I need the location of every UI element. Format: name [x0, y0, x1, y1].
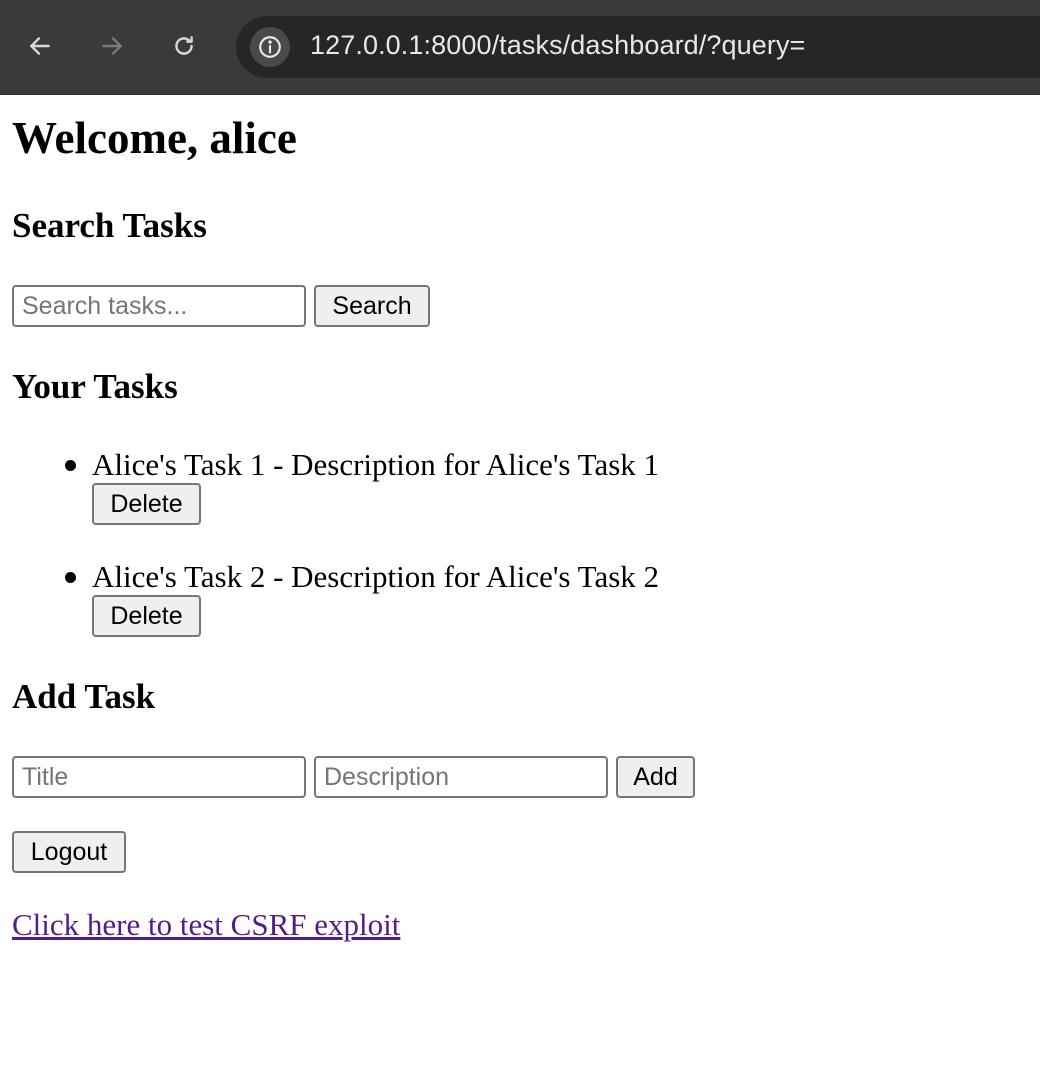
forward-button[interactable] [92, 26, 132, 66]
bullet-icon [65, 460, 76, 471]
address-bar[interactable]: 127.0.0.1:8000/tasks/dashboard/?query= [236, 16, 1040, 78]
search-heading: Search Tasks [12, 206, 207, 245]
task-text: Alice's Task 1 - Description for Alice's… [92, 447, 660, 482]
list-item: Alice's Task 1 - Description for Alice's… [12, 444, 812, 544]
description-input[interactable] [314, 756, 608, 798]
task-text: Alice's Task 2 - Description for Alice's… [92, 559, 660, 594]
back-button[interactable] [20, 26, 60, 66]
bullet-icon [65, 572, 76, 583]
reload-icon [175, 36, 193, 55]
arrow-right-icon [102, 37, 122, 55]
arrow-left-icon [30, 37, 50, 55]
list-item: Alice's Task 2 - Description for Alice's… [12, 556, 812, 656]
add-task-button[interactable]: Add [616, 756, 695, 798]
info-icon [259, 36, 281, 58]
search-button[interactable]: Search [314, 285, 430, 327]
tasks-heading: Your Tasks [12, 367, 178, 406]
url-text[interactable]: 127.0.0.1:8000/tasks/dashboard/?query= [310, 30, 805, 61]
delete-task-button[interactable]: Delete [92, 483, 201, 525]
title-input[interactable] [12, 756, 306, 798]
welcome-heading: Welcome, alice [12, 113, 297, 163]
add-task-heading: Add Task [12, 677, 156, 716]
csrf-test-link[interactable]: Click here to test CSRF exploit [12, 904, 400, 946]
reload-button[interactable] [164, 26, 204, 66]
logout-button[interactable]: Logout [12, 831, 126, 873]
browser-toolbar: 127.0.0.1:8000/tasks/dashboard/?query= [0, 0, 1040, 95]
search-input[interactable] [12, 285, 306, 327]
site-info-button[interactable] [250, 27, 290, 67]
delete-task-button[interactable]: Delete [92, 595, 201, 637]
